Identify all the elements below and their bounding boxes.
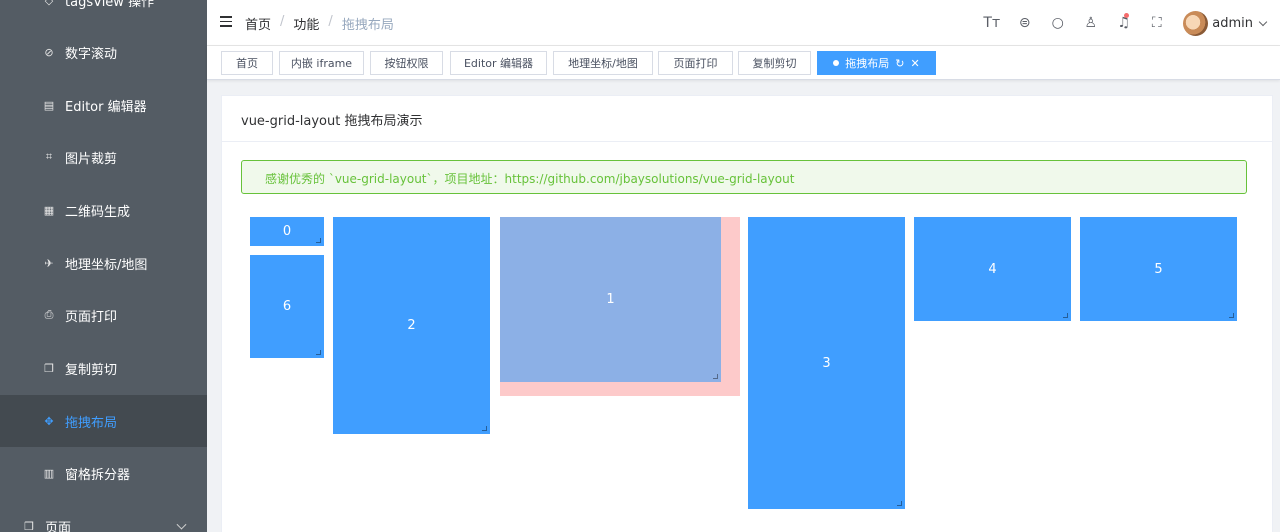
tag-icon: ◇: [44, 0, 54, 7]
grid-item-label: 3: [822, 355, 831, 371]
theme-shirt-icon[interactable]: ♙: [1074, 0, 1107, 46]
sidebar-item-label: 页面打印: [65, 309, 118, 325]
sidebar-item-count-to[interactable]: ⊘ 数字滚动: [0, 26, 207, 78]
breadcrumb: 首页 / 功能 / 拖拽布局: [245, 14, 394, 33]
resize-handle[interactable]: [482, 426, 487, 431]
breadcrumb-feature[interactable]: 功能: [293, 14, 319, 33]
sidebar-item-map[interactable]: ✈ 地理坐标/地图: [0, 237, 207, 289]
avatar: [1183, 10, 1209, 36]
breadcrumb-separator: /: [328, 14, 333, 29]
sidebar-item-cropper[interactable]: ⌗ 图片裁剪: [0, 131, 207, 183]
grid-item-label: 4: [988, 261, 997, 277]
breadcrumb-home[interactable]: 首页: [245, 14, 271, 33]
grid-layout-card: vue-grid-layout 拖拽布局演示 感谢优秀的 `vue-grid-l…: [221, 95, 1273, 532]
grid-item[interactable]: 3: [748, 217, 905, 509]
breadcrumb-separator: /: [280, 14, 285, 29]
tag-map[interactable]: 地理坐标/地图: [553, 51, 653, 75]
sidebar-item-label: 页面: [45, 520, 72, 532]
refresh-icon[interactable]: ↻: [895, 57, 904, 70]
fullscreen-icon[interactable]: ⛶: [1140, 0, 1173, 46]
sidebar-item-label: 数字滚动: [65, 46, 118, 62]
chevron-down-icon: [1258, 17, 1268, 26]
sidebar-item-label: 地理坐标/地图: [65, 257, 148, 273]
drag-icon: ✥: [44, 414, 54, 428]
chevron-down-icon: [176, 519, 187, 530]
qrcode-icon: ▦: [43, 203, 55, 217]
crop-icon: ⌗: [45, 150, 53, 163]
tag-clipboard[interactable]: 复制剪切: [738, 51, 811, 75]
sidebar-item-label: tagsView 操作: [65, 0, 155, 10]
close-icon[interactable]: ✕: [911, 57, 920, 70]
grid-item-label: 5: [1154, 261, 1163, 277]
tag-grid-layout[interactable]: 拖拽布局 ↻ ✕: [817, 51, 936, 75]
printer-icon: ⎙: [44, 308, 54, 321]
grid-item[interactable]: 0: [250, 217, 324, 246]
sidebar-item-label: 二维码生成: [65, 204, 131, 220]
sidebar-item-splitpane[interactable]: ▥ 窗格拆分器: [0, 447, 207, 499]
grid-item[interactable]: 5: [1080, 217, 1237, 321]
tags-view: 首页 内嵌 iframe 按钮权限 Editor 编辑器 地理坐标/地图 页面打…: [207, 46, 1280, 80]
sidebar: ◇ tagsView 操作 ⊘ 数字滚动 ▤ Editor 编辑器 ⌗ 图片裁剪…: [0, 0, 207, 532]
sidebar-item-label: 图片裁剪: [65, 151, 118, 167]
page-icon: ❒: [24, 519, 34, 532]
tag-home[interactable]: 首页: [221, 51, 273, 75]
grid-item-label: 2: [407, 318, 416, 333]
hamburger-icon[interactable]: [220, 16, 232, 28]
sidebar-item-print[interactable]: ⎙ 页面打印: [0, 289, 207, 341]
tag-editor[interactable]: Editor 编辑器: [450, 51, 547, 75]
main-content: vue-grid-layout 拖拽布局演示 感谢优秀的 `vue-grid-l…: [207, 80, 1280, 532]
map-icon: ✈: [44, 256, 54, 270]
user-menu[interactable]: admin: [1183, 10, 1268, 36]
font-size-icon[interactable]: Tт: [975, 0, 1008, 46]
tag-iframe[interactable]: 内嵌 iframe: [279, 51, 364, 75]
tag-permission[interactable]: 按钮权限: [370, 51, 443, 75]
grid-item[interactable]: 6: [250, 255, 324, 358]
editor-icon: ▤: [43, 98, 55, 112]
chat-icon[interactable]: ⊜: [1008, 0, 1041, 46]
sidebar-item-qrcode[interactable]: ▦ 二维码生成: [0, 184, 207, 236]
resize-handle[interactable]: [713, 374, 718, 379]
navbar-actions: Tт ⊜ ○ ♙ ♫ ⛶ admin: [975, 0, 1280, 46]
breadcrumb-current: 拖拽布局: [341, 18, 394, 33]
grid-item-dragging[interactable]: 1: [500, 217, 721, 382]
card-title: vue-grid-layout 拖拽布局演示: [222, 96, 1272, 142]
tag-print[interactable]: 页面打印: [658, 51, 733, 75]
sidebar-item-label: 拖拽布局: [65, 415, 118, 431]
username: admin: [1212, 15, 1253, 31]
grid-item-label: 1: [606, 292, 615, 307]
tag-label: 拖拽布局: [845, 57, 890, 70]
sidebar-item-page[interactable]: ❒ 页面: [0, 500, 207, 532]
resize-handle[interactable]: [316, 238, 321, 243]
sidebar-item-editor[interactable]: ▤ Editor 编辑器: [0, 79, 207, 131]
resize-handle[interactable]: [1229, 313, 1234, 318]
navbar: 首页 / 功能 / 拖拽布局 Tт ⊜ ○ ♙ ♫ ⛶ admin: [207, 0, 1280, 46]
grid-item-label: 6: [282, 299, 292, 314]
resize-handle[interactable]: [1063, 313, 1068, 318]
sidebar-item-tagsview[interactable]: ◇ tagsView 操作: [0, 0, 207, 26]
resize-handle[interactable]: [316, 350, 321, 355]
sidebar-item-grid-layout[interactable]: ✥ 拖拽布局: [0, 395, 207, 447]
bell-icon[interactable]: ♫: [1107, 0, 1140, 46]
sidebar-item-label: 复制剪切: [65, 362, 118, 378]
success-alert: 感谢优秀的 `vue-grid-layout`，项目地址：https://git…: [241, 160, 1247, 194]
grid-item[interactable]: 4: [914, 217, 1071, 321]
gauge-icon: ⊘: [44, 45, 54, 59]
sidebar-item-clipboard[interactable]: ❐ 复制剪切: [0, 342, 207, 394]
copy-icon: ❐: [44, 361, 54, 375]
split-icon: ▥: [43, 466, 55, 480]
notification-dot: [1124, 13, 1130, 18]
sidebar-item-label: 窗格拆分器: [65, 467, 131, 483]
active-dot: [833, 60, 840, 66]
resize-handle[interactable]: [897, 501, 902, 506]
grid-item[interactable]: 2: [333, 217, 490, 434]
search-icon[interactable]: ○: [1041, 0, 1074, 46]
grid-item-label: 0: [282, 224, 292, 239]
sidebar-item-label: Editor 编辑器: [65, 99, 147, 115]
